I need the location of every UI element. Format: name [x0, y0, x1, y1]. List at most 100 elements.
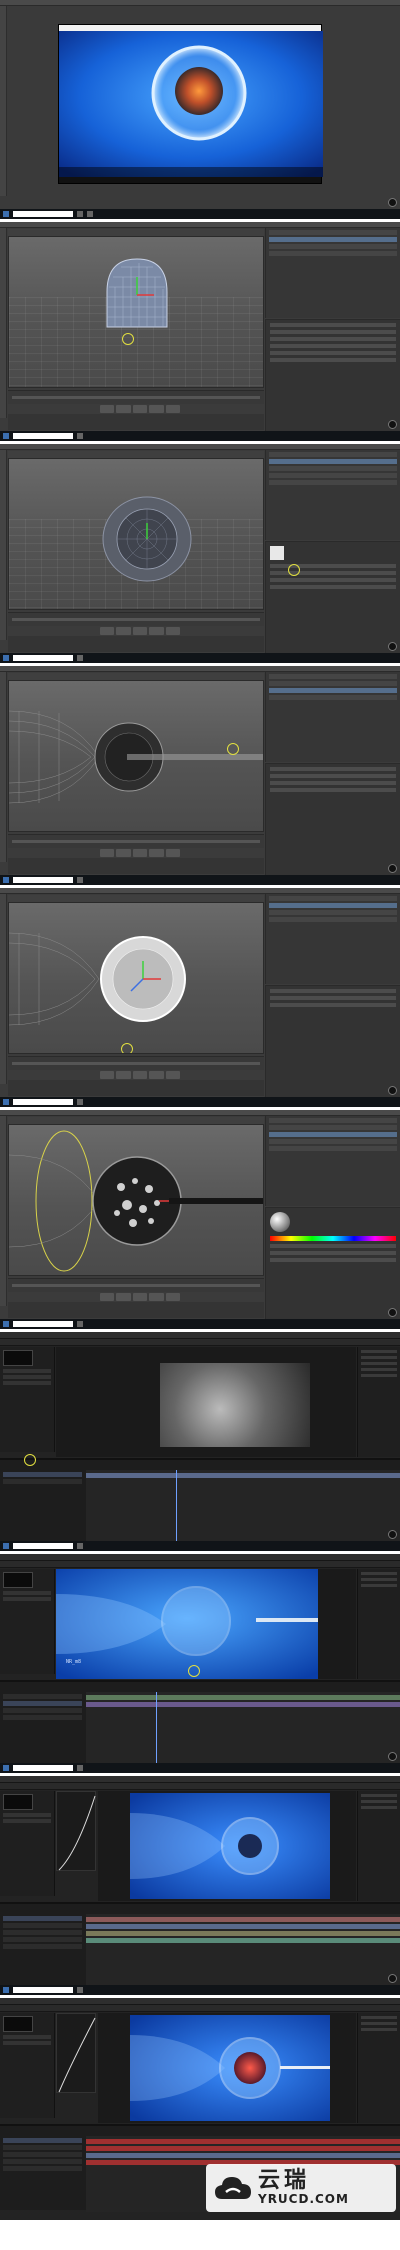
curves-graph[interactable] [56, 2013, 96, 2093]
start-icon[interactable] [3, 877, 9, 883]
record-icon[interactable] [388, 1086, 397, 1095]
object-manager[interactable] [265, 1116, 400, 1206]
search-box[interactable] [13, 1321, 73, 1327]
playback-controls[interactable] [100, 405, 181, 413]
project-panel[interactable] [0, 1569, 55, 1674]
tool-bar[interactable] [0, 2005, 400, 2012]
effects-panel[interactable] [357, 2013, 400, 2123]
playback-controls[interactable] [100, 627, 181, 635]
layer-tracks[interactable] [86, 1692, 400, 1768]
timeline[interactable] [8, 1278, 264, 1292]
record-icon[interactable] [388, 1308, 397, 1317]
timeline-track[interactable] [12, 618, 260, 621]
left-toolbar[interactable] [0, 894, 7, 1084]
start-icon[interactable] [3, 211, 9, 217]
playhead[interactable] [156, 1692, 157, 1768]
timeline[interactable] [8, 390, 264, 404]
menu-bar[interactable] [0, 1776, 400, 1783]
attribute-manager[interactable] [265, 985, 400, 1097]
3d-viewport[interactable] [8, 902, 264, 1054]
record-icon[interactable] [388, 420, 397, 429]
viewport-header[interactable] [8, 1117, 264, 1124]
viewport-header[interactable] [8, 895, 264, 902]
playback-controls[interactable] [100, 1293, 181, 1301]
record-icon[interactable] [388, 198, 397, 207]
playback-controls[interactable] [100, 1071, 181, 1079]
search-box[interactable] [13, 1765, 73, 1771]
start-icon[interactable] [3, 1765, 9, 1771]
composition-viewer[interactable] [98, 2013, 356, 2123]
start-icon[interactable] [3, 1987, 9, 1993]
app-icon[interactable] [77, 1321, 83, 1327]
playback-controls[interactable] [100, 849, 181, 857]
3d-viewport[interactable] [8, 236, 264, 388]
search-box[interactable] [13, 1099, 73, 1105]
left-toolbar[interactable] [0, 450, 7, 640]
effects-panel[interactable] [357, 1347, 400, 1457]
app-icon[interactable] [77, 211, 83, 217]
material-manager[interactable] [8, 858, 264, 874]
material-manager[interactable] [8, 1302, 264, 1318]
3d-viewport[interactable] [8, 680, 264, 832]
menu-bar[interactable] [0, 1332, 400, 1339]
composition-viewer[interactable]: NR_m8 [56, 1569, 356, 1679]
timeline-panel[interactable] [0, 1458, 400, 1546]
tool-bar[interactable] [0, 1561, 400, 1568]
record-icon[interactable] [388, 642, 397, 651]
menu-bar[interactable] [0, 1554, 400, 1561]
search-box[interactable] [13, 211, 73, 217]
record-icon[interactable] [388, 1530, 397, 1539]
object-manager[interactable] [265, 228, 400, 318]
color-picker-spectrum[interactable] [270, 1236, 396, 1241]
app-icon[interactable] [77, 1765, 83, 1771]
timeline[interactable] [8, 1056, 264, 1070]
layer-list[interactable] [0, 1692, 85, 1768]
app-icon[interactable] [77, 655, 83, 661]
layer-tracks[interactable] [86, 1470, 400, 1546]
project-panel[interactable] [0, 2013, 55, 2118]
attribute-manager[interactable] [265, 1207, 400, 1319]
menu-bar[interactable] [0, 0, 400, 6]
search-box[interactable] [13, 1543, 73, 1549]
start-icon[interactable] [3, 655, 9, 661]
playhead[interactable] [176, 1470, 177, 1546]
viewport-header[interactable] [8, 451, 264, 458]
search-box[interactable] [13, 1987, 73, 1993]
object-manager[interactable] [265, 894, 400, 984]
timeline-track[interactable] [12, 1284, 260, 1287]
left-toolbar[interactable] [0, 1116, 7, 1306]
material-manager[interactable] [8, 1080, 264, 1096]
timeline-track[interactable] [12, 396, 260, 399]
app-icon[interactable] [87, 211, 93, 217]
app-icon[interactable] [77, 1987, 83, 1993]
attribute-manager[interactable] [265, 319, 400, 431]
app-icon[interactable] [77, 877, 83, 883]
app-icon[interactable] [77, 1099, 83, 1105]
app-icon[interactable] [77, 433, 83, 439]
3d-viewport[interactable] [8, 1124, 264, 1276]
attribute-manager[interactable] [265, 541, 400, 653]
viewport-header[interactable] [8, 673, 264, 680]
timeline[interactable] [8, 834, 264, 848]
timeline-track[interactable] [12, 1062, 260, 1065]
curves-graph[interactable] [56, 1791, 96, 1871]
tool-bar[interactable] [0, 1339, 400, 1346]
3d-viewport[interactable] [8, 458, 264, 610]
effects-panel[interactable] [357, 1569, 400, 1679]
search-box[interactable] [13, 433, 73, 439]
timeline-panel[interactable] [0, 1680, 400, 1768]
record-icon[interactable] [388, 1974, 397, 1983]
search-box[interactable] [13, 877, 73, 883]
app-icon[interactable] [77, 1543, 83, 1549]
composition-viewer[interactable] [98, 1791, 356, 1901]
menu-bar[interactable] [0, 1998, 400, 2005]
layer-list[interactable] [0, 2136, 85, 2212]
start-icon[interactable] [3, 433, 9, 439]
project-panel[interactable] [0, 1791, 55, 1896]
layer-list[interactable] [0, 1470, 85, 1546]
tool-bar[interactable] [0, 1783, 400, 1790]
attribute-manager[interactable] [265, 763, 400, 875]
layer-list[interactable] [0, 1914, 85, 1990]
composition-viewer[interactable] [56, 1347, 356, 1457]
record-icon[interactable] [388, 1752, 397, 1761]
